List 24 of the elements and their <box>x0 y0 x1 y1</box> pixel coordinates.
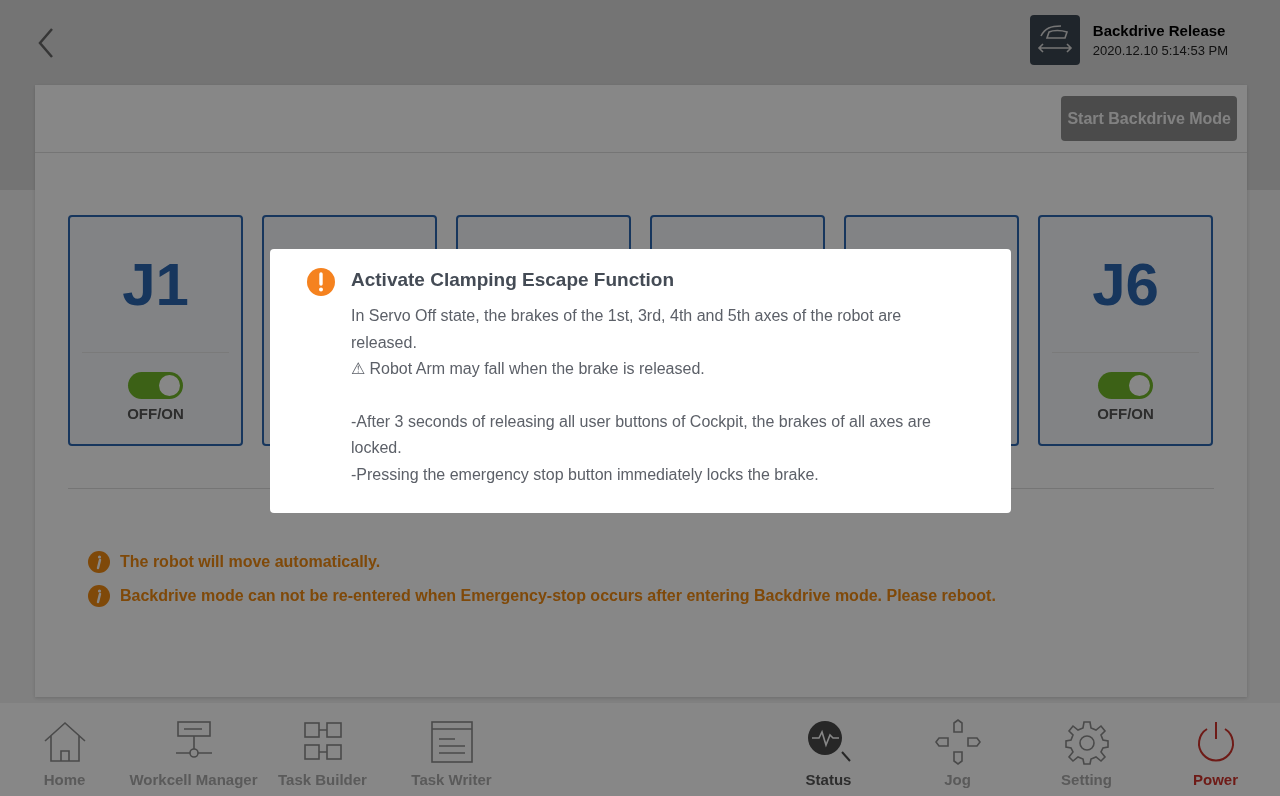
switch-label: OFF/ON <box>127 405 184 422</box>
direction-pad-icon <box>934 719 981 765</box>
joint-label: J1 <box>122 250 189 319</box>
switch-label: OFF/ON <box>1097 405 1154 422</box>
nav-item[interactable]: Power <box>1151 703 1280 796</box>
toggle-switch[interactable] <box>1098 372 1153 399</box>
backdrive-icon <box>1029 14 1080 65</box>
document-icon <box>428 719 475 765</box>
dialog-text: In Servo Off state, the brakes of the 1st, 3rd, 4th and 5th axes of the robot are released. <box>351 306 903 353</box>
dialog-text: -After 3 seconds of releasing all user buttons of Cockpit, the brakes of all axes are locked. <box>351 411 932 458</box>
joint-label: J6 <box>1092 250 1159 319</box>
info-icon <box>88 551 110 573</box>
timestamp: 2020.12.10 5:14:53 PM <box>1092 42 1228 58</box>
info-icon <box>88 585 110 607</box>
exclamation-icon <box>307 268 335 296</box>
status-title: Backdrive Release <box>1092 21 1227 39</box>
dialog-text: ⚠ Robot Arm may fall when the brake is released. <box>351 359 706 379</box>
dialog-text: -Pressing the emergency stop button immediately locks the brake. <box>351 464 820 485</box>
nav-item[interactable]: Status <box>764 703 893 796</box>
toggle-switch[interactable] <box>128 372 183 399</box>
warning-text: The robot will move automatically. <box>120 553 381 571</box>
dialog-title: Activate Clamping Escape Function <box>351 269 676 291</box>
settings-icon <box>1063 719 1110 765</box>
warning-text: Backdrive mode can not be re-entered when Emergency-stop occurs after entering Backdrive mode. Please reboot. <box>120 587 996 605</box>
